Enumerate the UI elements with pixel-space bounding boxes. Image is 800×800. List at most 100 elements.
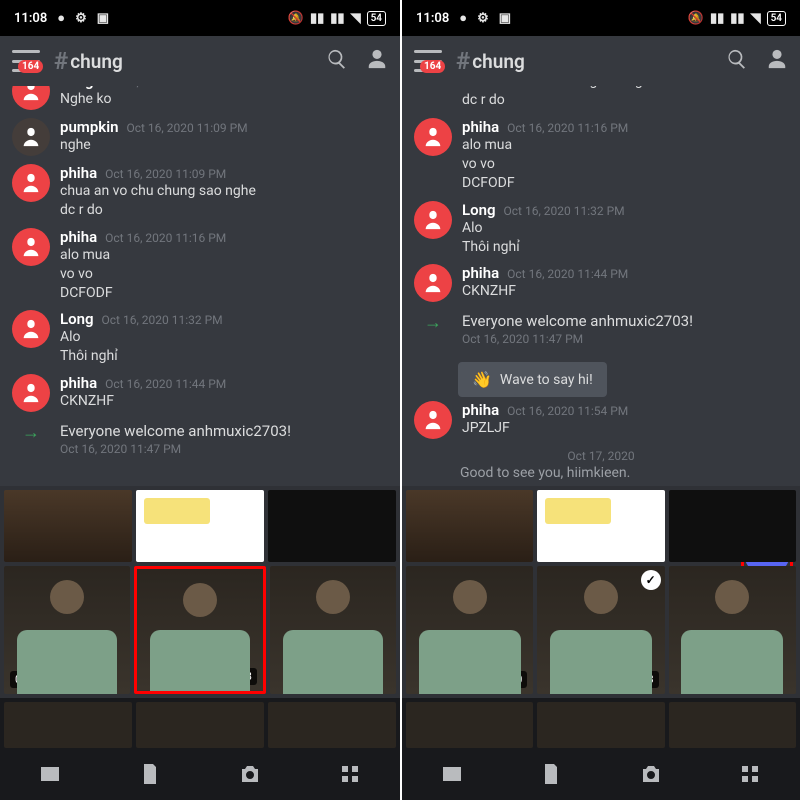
- clock: 11:08: [14, 11, 47, 26]
- media-thumb[interactable]: [406, 702, 533, 748]
- files-tab[interactable]: [138, 762, 162, 790]
- poll-tab[interactable]: [738, 762, 762, 790]
- gallery-tab[interactable]: [38, 762, 62, 790]
- welcome-text: Good to see you, hiimkieen.: [402, 465, 800, 485]
- media-thumb[interactable]: 00:13: [134, 566, 266, 694]
- media-thumb[interactable]: [537, 702, 664, 748]
- avatar[interactable]: [12, 118, 50, 156]
- signal-icon: ▮▮: [710, 11, 724, 26]
- avatar[interactable]: [414, 118, 452, 156]
- channel-name: chung: [472, 50, 708, 73]
- members-button[interactable]: [766, 48, 788, 74]
- media-thumb[interactable]: [669, 702, 796, 748]
- username[interactable]: phiha: [462, 401, 499, 419]
- message-list[interactable]: chua an vo chu chung sao nghedc r do phih…: [402, 86, 800, 486]
- timestamp: Oct 16, 2020 11:16 PM: [105, 231, 226, 245]
- messenger-icon: ●: [459, 10, 467, 26]
- username[interactable]: pumpkin: [60, 118, 118, 136]
- username[interactable]: phiha: [60, 228, 97, 246]
- username[interactable]: Long: [462, 201, 496, 219]
- poll-tab[interactable]: [338, 762, 362, 790]
- timestamp: Oct 16, 2020 11:32 PM: [102, 313, 223, 327]
- message-text: DCFODF: [60, 284, 388, 303]
- message-text: Alo: [462, 219, 788, 238]
- avatar[interactable]: [12, 374, 50, 412]
- message: phihaOct 16, 2020 11:16 PMalo muavo voDC…: [0, 224, 400, 307]
- username[interactable]: Long: [60, 310, 94, 328]
- search-button[interactable]: [726, 48, 748, 74]
- camera-tab[interactable]: [238, 762, 262, 790]
- avatar[interactable]: [12, 164, 50, 202]
- camera-tab[interactable]: [639, 762, 663, 790]
- timestamp: Oct 16, 2020 11:32 PM: [504, 204, 625, 218]
- media-thumb[interactable]: [4, 702, 132, 748]
- timestamp: Oct 16, 2020 11:09 PM: [126, 121, 247, 135]
- system-message: →Everyone welcome anhmuxic2703!Oct 16, 2…: [0, 416, 400, 462]
- media-thumb[interactable]: [268, 702, 396, 748]
- join-arrow-icon: →: [414, 312, 452, 333]
- avatar[interactable]: [414, 201, 452, 239]
- media-thumb[interactable]: 00:10: [406, 566, 533, 694]
- media-thumb[interactable]: 00:13✓: [537, 566, 664, 694]
- join-arrow-icon: →: [12, 422, 50, 443]
- message-text: nghe: [60, 136, 388, 155]
- files-tab[interactable]: [539, 762, 563, 790]
- message-text: Thôi nghỉ: [60, 347, 388, 366]
- media-thumb[interactable]: [270, 566, 396, 694]
- media-thumb[interactable]: [669, 566, 796, 694]
- media-thumb[interactable]: [136, 490, 264, 562]
- avatar[interactable]: [414, 401, 452, 439]
- message-text: Nghe ko: [60, 90, 388, 109]
- media-thumb[interactable]: [136, 702, 264, 748]
- username[interactable]: phiha: [462, 118, 499, 136]
- date-divider: Oct 17, 2020: [402, 443, 800, 465]
- thumb-strip: [402, 698, 800, 752]
- media-thumb[interactable]: [268, 490, 396, 562]
- menu-button[interactable]: 164: [414, 50, 442, 72]
- picker-tabbar: [0, 752, 400, 800]
- message: chua an vo chu chung sao nghedc r do: [402, 86, 800, 114]
- username[interactable]: phiha: [462, 264, 499, 282]
- messenger-icon: ●: [57, 10, 65, 26]
- video-duration: 00:13: [621, 671, 658, 688]
- message: phihaOct 16, 2020 11:09 PMchua an vo chu…: [0, 160, 400, 224]
- members-button[interactable]: [366, 48, 388, 74]
- media-picker: 00:1000:13✓: [402, 486, 800, 698]
- timestamp: Oct 16, 2020 11:44 PM: [507, 267, 628, 281]
- battery: 54: [767, 11, 786, 26]
- status-bar: 11:08 ● ⚙ ▣ 🔕 ▮▮ ▮▮ ◥ 54: [0, 0, 400, 36]
- message-text: alo mua: [462, 136, 788, 155]
- thumb-strip: [0, 698, 400, 752]
- wave-emoji-icon: 👋: [472, 370, 492, 389]
- message: phiha Oct 16, 2020 11:44 PMCKNZHF: [402, 260, 800, 306]
- username[interactable]: phiha: [60, 164, 97, 182]
- search-button[interactable]: [326, 48, 348, 74]
- video-duration: 00:10: [10, 671, 47, 688]
- message: phihaOct 16, 2020 11:54 PMJPZLJF: [402, 397, 800, 443]
- username[interactable]: phiha: [60, 374, 97, 392]
- wave-button[interactable]: 👋Wave to say hi!: [458, 362, 607, 397]
- timestamp: Oct 16, 2020 11:47 PM: [60, 442, 291, 456]
- channel-header: 164 # chung: [402, 36, 800, 86]
- left-screenshot: 11:08 ● ⚙ ▣ 🔕 ▮▮ ▮▮ ◥ 54 164 # chung Lon…: [0, 0, 400, 800]
- media-thumb[interactable]: [537, 490, 664, 562]
- message: phihaOct 16, 2020 11:44 PMCKNZHF: [0, 370, 400, 416]
- message-text: CKNZHF: [462, 282, 788, 301]
- avatar[interactable]: [12, 310, 50, 348]
- message-text: vo vo: [462, 155, 788, 174]
- gallery-tab[interactable]: [440, 762, 464, 790]
- avatar[interactable]: [414, 264, 452, 302]
- avatar[interactable]: [12, 86, 50, 110]
- media-thumb[interactable]: 00:10: [4, 566, 130, 694]
- media-thumb[interactable]: [669, 490, 796, 562]
- media-thumb[interactable]: [406, 490, 533, 562]
- signal2-icon: ▮▮: [730, 11, 744, 26]
- menu-button[interactable]: 164: [12, 50, 40, 72]
- dnd-icon: 🔕: [288, 11, 304, 26]
- avatar[interactable]: [12, 228, 50, 266]
- message: LongOct 16, 2020 11:32 PMAloThôi nghỉ: [0, 306, 400, 370]
- message-list[interactable]: LongOct 16, 2020 11:09 PMNghe kopumpkinO…: [0, 86, 400, 486]
- timestamp: Oct 16, 2020 11:09 PM: [105, 167, 226, 181]
- timestamp: Oct 16, 2020 11:09 PM: [102, 86, 223, 89]
- media-thumb[interactable]: [4, 490, 132, 562]
